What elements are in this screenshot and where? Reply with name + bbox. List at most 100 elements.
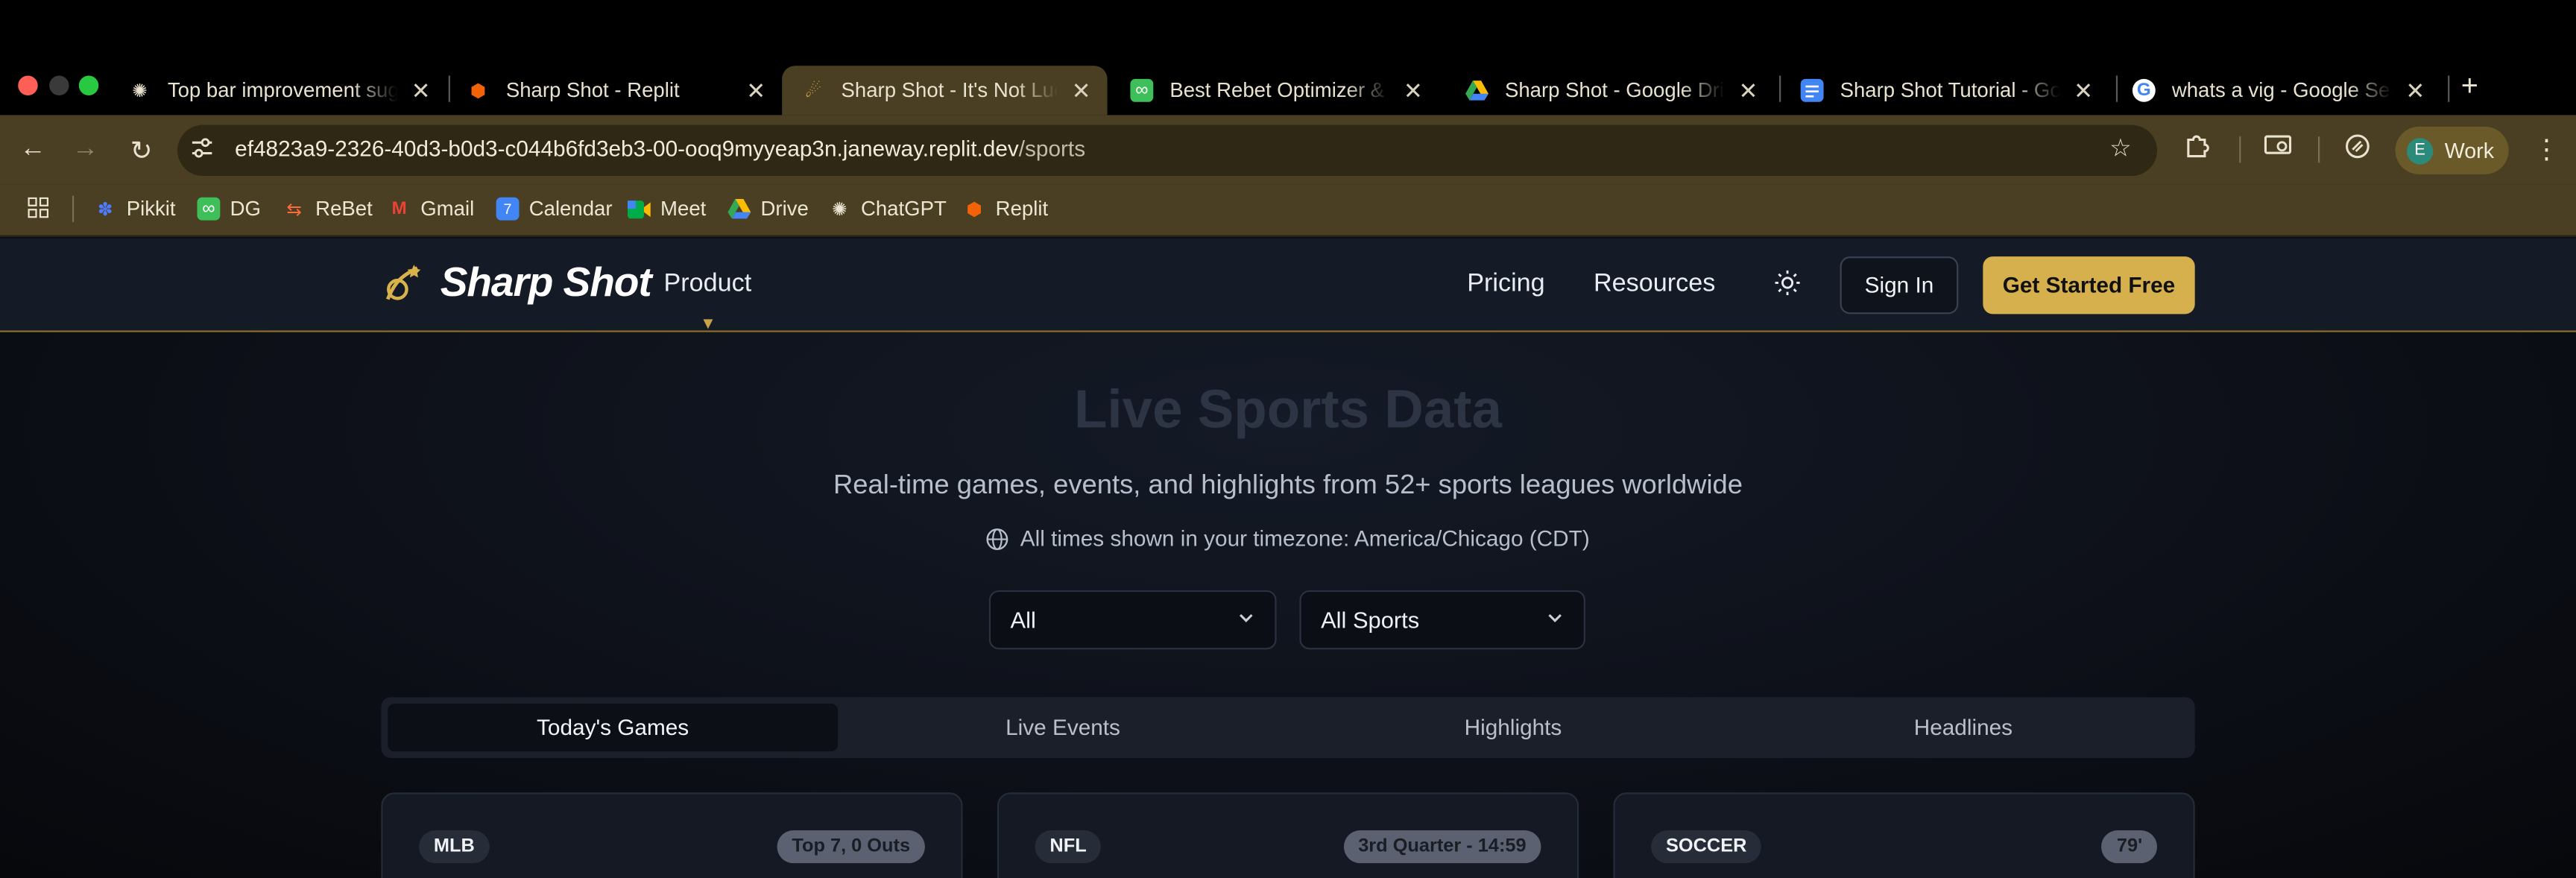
chevron-down-icon [1546, 608, 1564, 631]
browser-tab-active[interactable]: ☄ Sharp Shot - It's Not Luck ✕ [782, 66, 1108, 116]
bookmark-chatgpt[interactable]: ✺ ChatGPT [828, 198, 947, 221]
globe-icon [985, 527, 1008, 550]
close-tab-icon[interactable]: ✕ [2405, 77, 2425, 105]
tab-todays-games[interactable]: Today's Games [388, 704, 839, 752]
chevron-down-icon [1237, 608, 1255, 631]
status-filter-select[interactable]: All [988, 590, 1277, 650]
menu-kebab-icon[interactable]: ⋮ [2534, 133, 2560, 166]
bookmark-replit[interactable]: ⬢ Replit [963, 197, 1049, 221]
bookmark-rebet[interactable]: ⇆ ReBet [282, 197, 373, 221]
back-arrow-icon[interactable]: ← [16, 135, 49, 165]
chevron-down-icon[interactable]: ▼ [700, 316, 716, 334]
bookmarks-bar [0, 184, 2576, 237]
close-tab-icon[interactable]: ✕ [746, 77, 765, 105]
tab-title: whats a vig - Google Searc [2171, 78, 2393, 102]
url-path: /sports [1018, 136, 1086, 162]
rebet-icon: ⇆ [286, 200, 302, 220]
bookmark-label: Drive [760, 197, 809, 221]
close-tab-icon[interactable]: ✕ [411, 77, 431, 105]
browser-tab[interactable]: ∞ Best Rebet Optimizer & To ✕ [1111, 66, 1439, 115]
tab-title: Sharp Shot - Replit [505, 78, 680, 102]
tab-title: Best Rebet Optimizer & To [1169, 78, 1391, 102]
tab-live-events[interactable]: Live Events [838, 704, 1288, 751]
replit-icon: ⬢ [966, 200, 982, 220]
calendar-icon: 7 [496, 197, 520, 221]
gemini-icon[interactable] [2344, 133, 2370, 166]
extensions-icon[interactable] [2183, 133, 2209, 166]
bookmark-label: Gmail [420, 197, 475, 221]
tab-highlights[interactable]: Highlights [1288, 704, 1738, 751]
bookmark-dg[interactable]: ∞ DG [197, 197, 261, 221]
bookmark-label: ChatGPT [860, 197, 947, 221]
browser-tab[interactable]: Sharp Shot Tutorial - Goog ✕ [1781, 66, 2109, 115]
maximize-window-icon[interactable] [78, 75, 99, 95]
link-icon: ∞ [1130, 78, 1154, 102]
close-tab-icon[interactable]: ✕ [1739, 77, 1758, 105]
bookmark-drive[interactable]: Drive [727, 197, 809, 221]
url-text[interactable]: ef4823a9-2326-40d3-b0d3-c044b6fd3eb3-00-… [235, 136, 1085, 161]
drive-icon [727, 198, 751, 221]
sharpshot-icon: ☄ [805, 81, 821, 101]
bookmark-calendar[interactable]: 7 Calendar [496, 197, 613, 221]
bookmark-star-icon[interactable]: ☆ [2109, 133, 2132, 163]
brand-name[interactable]: Sharp Shot [441, 260, 652, 308]
close-window-icon[interactable] [18, 75, 38, 95]
tab-title: Sharp Shot - It's Not Luck [841, 78, 1059, 102]
toolbar-divider [2317, 136, 2320, 163]
close-tab-icon[interactable]: ✕ [1404, 77, 1423, 105]
docs-icon [1800, 78, 1824, 102]
gmail-icon: M [391, 198, 407, 219]
bookmark-pikkit[interactable]: ✽ Pikkit [94, 198, 176, 221]
profile-chip[interactable]: E Work [2395, 126, 2509, 174]
nav-resources[interactable]: Resources [1594, 270, 1715, 300]
site-settings-icon[interactable] [191, 136, 217, 162]
sign-in-button[interactable]: Sign In [1840, 256, 1959, 315]
bookmarks-divider [72, 195, 75, 222]
bookmark-label: ReBet [315, 197, 373, 221]
browser-tab[interactable]: Sharp Shot - Google Drive ✕ [1446, 66, 1775, 115]
browser-tab[interactable]: ✺ Top bar improvement sugg ✕ [108, 66, 446, 115]
tab-divider [2448, 75, 2450, 102]
page-title: Live Sports Data [1073, 378, 1502, 440]
sharpshot-logo-icon[interactable] [381, 260, 427, 306]
nav-pricing[interactable]: Pricing [1467, 270, 1544, 300]
link-icon: ∞ [197, 197, 221, 221]
reload-icon[interactable]: ↻ [125, 135, 158, 168]
page-subtitle: Real-time games, events, and highlights … [833, 470, 1743, 500]
game-status-badge: 3rd Quarter - 14:59 [1343, 830, 1541, 864]
status-filter-value: All [1010, 607, 1036, 634]
new-tab-icon[interactable]: + [2461, 69, 2478, 104]
bookmark-gmail[interactable]: M Gmail [388, 198, 474, 221]
browser-tab[interactable]: G whats a vig - Google Searc ✕ [2112, 66, 2441, 115]
tab-title: Sharp Shot - Google Drive [1504, 78, 1726, 102]
forward-arrow-icon[interactable]: → [69, 135, 102, 165]
drive-icon [1465, 79, 1489, 102]
browser-tab[interactable]: ⬢ Sharp Shot - Replit ✕ [447, 66, 783, 115]
get-started-button[interactable]: Get Started Free [1983, 256, 2195, 315]
cast-icon[interactable] [2264, 133, 2292, 165]
league-badge: SOCCER [1651, 830, 1762, 864]
bookmark-meet[interactable]: Meet [627, 197, 707, 221]
apps-grid-icon[interactable] [28, 197, 49, 219]
close-tab-icon[interactable]: ✕ [1072, 77, 1091, 105]
minimize-window-icon[interactable] [49, 75, 69, 95]
league-badge: NFL [1035, 830, 1102, 864]
pikkit-icon: ✽ [97, 200, 113, 220]
window-titlebar [0, 0, 2576, 57]
timezone-text: All times shown in your timezone: Americ… [1020, 525, 1590, 552]
bookmark-label: Replit [995, 197, 1049, 221]
sport-filter-select[interactable]: All Sports [1299, 590, 1585, 650]
toolbar-divider [2239, 136, 2241, 163]
theme-toggle-sun-icon[interactable] [1774, 270, 1800, 303]
nav-product[interactable]: Product [663, 270, 751, 300]
bookmark-label: Meet [660, 197, 707, 221]
close-tab-icon[interactable]: ✕ [2074, 77, 2093, 105]
google-icon: G [2132, 78, 2156, 102]
tab-headlines[interactable]: Headlines [1738, 704, 2188, 751]
page-content [0, 238, 2576, 878]
sport-filter-value: All Sports [1321, 607, 1420, 634]
game-status-badge: 79' [2102, 830, 2157, 864]
tab-title: Sharp Shot Tutorial - Goog [1840, 78, 2061, 102]
url-host: ef4823a9-2326-40d3-b0d3-c044b6fd3eb3-00-… [235, 136, 1019, 162]
tab-title: Top bar improvement sugg [167, 78, 398, 102]
